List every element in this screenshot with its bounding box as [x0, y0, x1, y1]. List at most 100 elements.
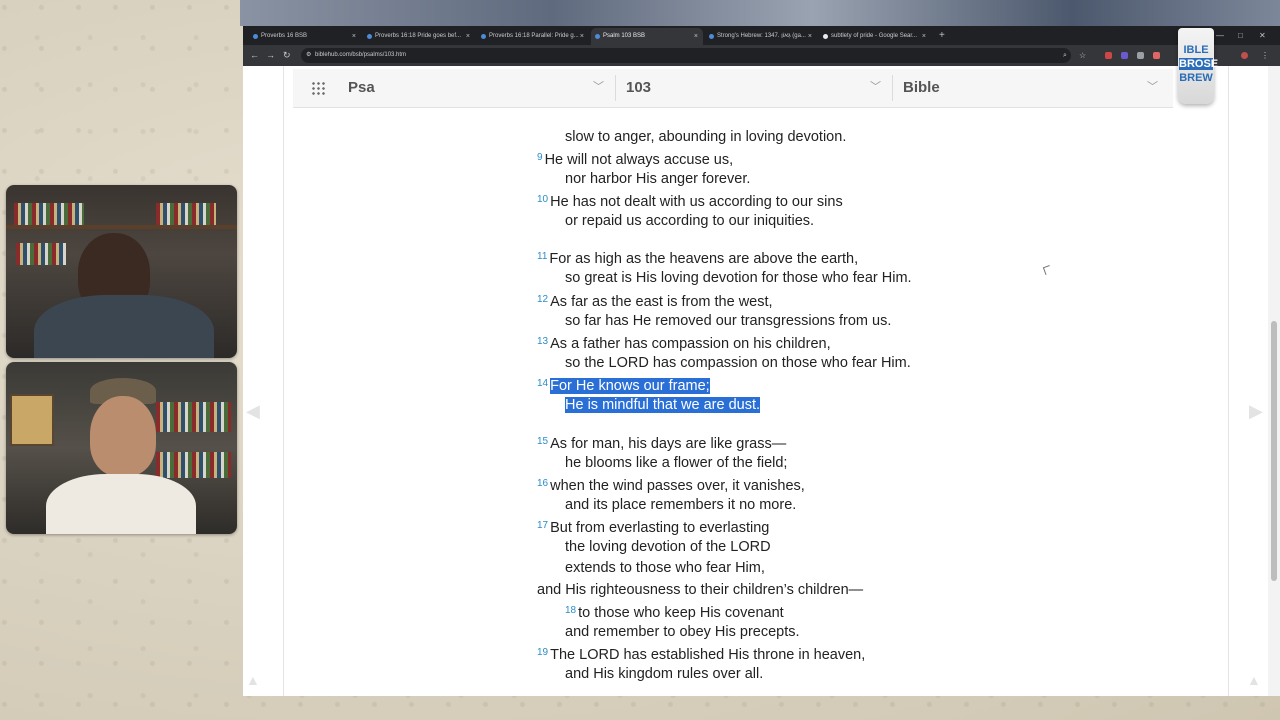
chevron-down-icon[interactable]: ﹀: [593, 69, 604, 105]
verse-text: The LORD has established His throne in h…: [550, 647, 866, 663]
verse-number[interactable]: 12: [537, 294, 548, 305]
verse-text: and His kingdom rules over all.: [565, 666, 764, 682]
webcam-host-2: [6, 362, 237, 534]
browser-toolbar: ← → ↻ ⚙ biblehub.com/bsb/psalms/103.htm …: [243, 45, 1280, 66]
tab-proverbs-parallel[interactable]: Proverbs 16:18 Parallel: Pride g... ×: [477, 28, 589, 45]
zoom-icon[interactable]: ⌕: [1063, 48, 1067, 63]
chevron-down-icon[interactable]: ﹀: [1147, 69, 1158, 105]
tab-proverbs-16-18[interactable]: Proverbs 16:18 Pride goes bef... ×: [363, 28, 475, 45]
bookshelf: [6, 225, 237, 229]
verse-text: or repaid us according to our iniquities…: [565, 213, 815, 229]
verse-text: As a father has compassion on his childr…: [550, 336, 831, 352]
verse-text: extends to those who fear Him,: [565, 560, 765, 576]
next-chapter-arrow-icon[interactable]: ▶: [1249, 401, 1263, 422]
verse-continuation-line: slow to anger, abounding in loving devot…: [537, 127, 846, 147]
verse-line-18: 18 to those who keep His covenant: [537, 601, 784, 623]
tab-close-icon[interactable]: ×: [922, 28, 926, 45]
verse-text: the loving devotion of the LORD: [565, 539, 771, 555]
profile-avatar[interactable]: [1241, 52, 1248, 59]
grid-menu-icon[interactable]: [311, 81, 325, 95]
address-bar[interactable]: ⚙ biblehub.com/bsb/psalms/103.htm: [301, 48, 1071, 63]
verse-continuation-line: nor harbor His anger forever.: [537, 169, 750, 189]
verse-number[interactable]: 17: [537, 520, 548, 531]
verse-line-15: 15 As for man, his days are like grass—: [537, 432, 786, 454]
verse-number[interactable]: 9: [537, 152, 543, 163]
extension-icon[interactable]: [1137, 52, 1144, 59]
person-body: [46, 474, 196, 534]
passage-selector-bar: Psa ﹀ 103 ﹀ Bible ﹀: [293, 69, 1173, 108]
chapter-select[interactable]: 103: [626, 69, 866, 107]
back-arrow-icon[interactable]: ←: [250, 48, 259, 63]
site-info-icon[interactable]: ⚙: [306, 48, 311, 63]
tab-close-icon[interactable]: ×: [580, 28, 584, 45]
tab-close-icon[interactable]: ×: [466, 28, 470, 45]
scroll-top-arrow-icon[interactable]: ▲: [1247, 672, 1261, 688]
new-tab-button[interactable]: +: [939, 28, 945, 43]
verse-text: But from everlasting to everlasting: [550, 520, 770, 536]
verse-number[interactable]: 14: [537, 378, 548, 389]
verse-text: so far has He removed our transgressions…: [565, 313, 892, 329]
verse-continuation-line: and His righteousness to their children’…: [537, 580, 863, 600]
verse-number[interactable]: 16: [537, 478, 548, 489]
verse-number[interactable]: 19: [537, 647, 548, 658]
previous-chapter-arrow-icon[interactable]: ◀: [246, 401, 260, 422]
webcam-host-1: [6, 185, 237, 358]
browser-window: Proverbs 16 BSB × Proverbs 16:18 Pride g…: [243, 26, 1280, 696]
tab-close-icon[interactable]: ×: [352, 28, 356, 45]
verse-text: As for man, his days are like grass—: [550, 436, 787, 452]
background-band: [240, 0, 1280, 26]
tab-proverbs-16[interactable]: Proverbs 16 BSB ×: [249, 28, 361, 45]
tab-google-search[interactable]: subtlety of pride - Google Sear... ×: [819, 28, 931, 45]
books: [156, 452, 231, 478]
verse-continuation-line: He is mindful that we are dust.: [537, 395, 761, 415]
divider: [615, 75, 616, 101]
extension-icon[interactable]: [1153, 52, 1160, 59]
books: [156, 203, 216, 225]
scroll-top-arrow-icon[interactable]: ▲: [246, 672, 260, 688]
verse-continuation-line: so far has He removed our transgressions…: [537, 311, 891, 331]
extension-icon[interactable]: [1121, 52, 1128, 59]
verse-number[interactable]: 11: [537, 251, 547, 262]
tab-close-icon[interactable]: ×: [808, 28, 812, 45]
verse-text: For He knows our frame;: [550, 378, 710, 394]
verse-text: so great is His loving devotion for thos…: [565, 270, 912, 286]
tab-strongs-hebrew[interactable]: Strong's Hebrew: 1347. גָּאוֹן (ga... ×: [705, 28, 817, 45]
close-window-icon[interactable]: ✕: [1259, 26, 1266, 45]
verse-text: and its place remembers it no more.: [565, 497, 797, 513]
verse-continuation-line: and its place remembers it no more.: [537, 495, 796, 515]
chevron-down-icon[interactable]: ﹀: [870, 69, 881, 105]
version-select[interactable]: Bible: [903, 69, 1143, 107]
minimize-icon[interactable]: —: [1216, 26, 1224, 45]
verse-number[interactable]: 15: [537, 436, 548, 447]
google-favicon-icon: [823, 34, 828, 39]
verse-line-17: 17 But from everlasting to everlasting: [537, 516, 769, 538]
verse-continuation-line: extends to those who fear Him,: [537, 558, 765, 578]
wall-map: [10, 394, 54, 446]
book-select[interactable]: Psa: [348, 69, 598, 107]
site-favicon-icon: [481, 34, 486, 39]
verse-continuation-line: the loving devotion of the LORD: [537, 537, 771, 557]
tab-close-icon[interactable]: ×: [694, 28, 698, 45]
verse-continuation-line: and His kingdom rules over all.: [537, 664, 763, 684]
page-scrollbar[interactable]: [1268, 66, 1280, 696]
verse-text: He is mindful that we are dust.: [565, 397, 761, 413]
verse-continuation-line: he blooms like a flower of the field;: [537, 453, 787, 473]
bookmark-star-icon[interactable]: ☆: [1079, 48, 1086, 63]
books: [14, 203, 84, 225]
url-text: biblehub.com/bsb/psalms/103.htm: [315, 52, 407, 58]
scrollbar-thumb[interactable]: [1271, 321, 1277, 581]
verse-number[interactable]: 18: [565, 605, 576, 616]
maximize-icon[interactable]: □: [1238, 26, 1243, 45]
verse-number[interactable]: 10: [537, 194, 548, 205]
verse-line-12: 12 As far as the east is from the west,: [537, 290, 773, 312]
reload-icon[interactable]: ↻: [283, 48, 291, 63]
verse-number[interactable]: 13: [537, 336, 548, 347]
person-head: [90, 396, 156, 476]
verse-continuation-line: or repaid us according to our iniquities…: [537, 211, 814, 231]
forward-arrow-icon[interactable]: →: [266, 48, 275, 63]
extension-icon[interactable]: [1105, 52, 1112, 59]
page-content: slow to anger, abounding in loving devot…: [243, 66, 1280, 696]
menu-kebab-icon[interactable]: ⋮: [1261, 48, 1269, 63]
verse-continuation-line: and remember to obey His precepts.: [537, 622, 800, 642]
tab-psalm-103[interactable]: Psalm 103 BSB ×: [591, 28, 703, 45]
